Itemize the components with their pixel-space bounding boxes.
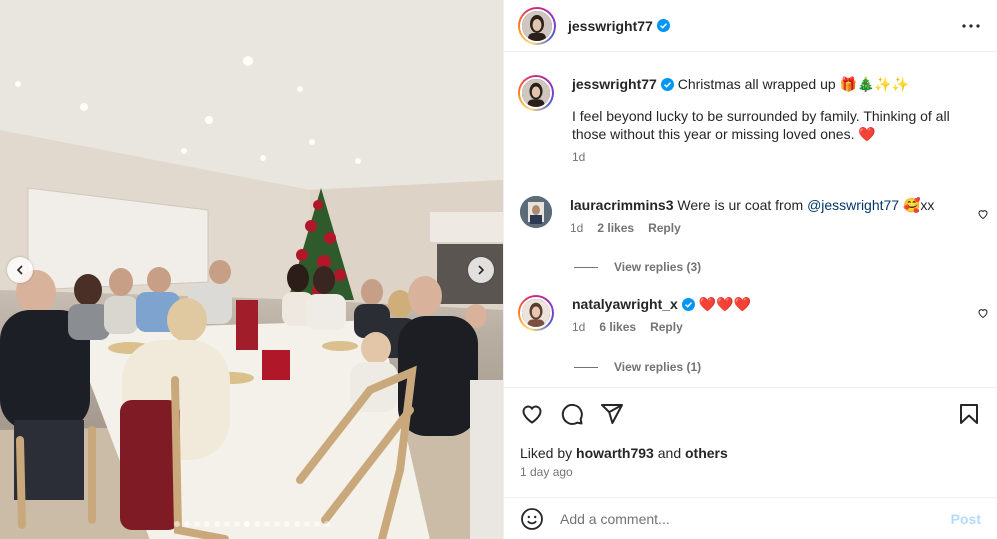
comment-text: Were is ur coat from [677,197,808,213]
post-header: jesswright77 [504,0,997,52]
view-replies-label: View replies (3) [614,260,702,274]
commenter-avatar[interactable] [518,295,554,331]
comment-age[interactable]: 1d [572,318,585,336]
like-button[interactable] [512,394,552,434]
verified-badge-icon [660,78,674,91]
paper-plane-icon [601,404,623,424]
carousel-dot [183,521,190,527]
carousel-dot [233,521,240,527]
carousel-dot [213,521,220,527]
carousel-dot [313,521,320,527]
carousel-dot [303,521,310,527]
carousel-dot [283,521,290,527]
comment-likes[interactable]: 6 likes [599,318,636,336]
share-button[interactable] [592,394,632,434]
caption-avatar[interactable] [518,75,554,111]
comments-section[interactable]: jesswright77 Christmas all wrapped up 🎁🎄… [504,53,997,386]
more-horizontal-icon [962,23,980,28]
liked-by-and: and [653,445,685,461]
commenter-avatar[interactable] [520,196,552,228]
comment-button[interactable] [552,394,592,434]
liked-by-user[interactable]: howarth793 [576,445,654,461]
view-replies-button[interactable]: View replies (3) [574,260,701,274]
bookmark-icon [960,404,978,424]
caption-title: Christmas all wrapped up 🎁🎄✨✨ [677,76,910,92]
heart-icon [522,405,542,424]
verified-badge-icon [681,298,695,311]
comment-like-heart-icon[interactable] [977,208,989,220]
more-options-button[interactable] [959,14,983,38]
previous-photo-button[interactable] [7,257,33,283]
view-replies-label: View replies (1) [614,360,702,374]
comment-text-end: 🥰xx [899,197,935,213]
add-comment-input[interactable] [560,510,951,527]
reply-button[interactable]: Reply [650,318,683,336]
profile-photo [522,79,550,107]
post-comment-button[interactable]: Post [951,511,981,527]
post-actions: Liked by howarth793 and others 1 day ago [504,387,997,479]
caption-text: I feel beyond lucky to be surrounded by … [572,108,950,142]
liked-by-text: Liked by howarth793 and others [520,445,728,461]
comment-bubble-icon [561,403,583,425]
post-details-panel: jesswright77 jesswright77 Christmas all … [503,0,997,539]
carousel-indicator [0,521,503,527]
chevron-right-icon [478,265,485,275]
add-comment-bar: Post [504,497,997,539]
profile-photo [522,299,550,327]
comment-username[interactable]: lauracrimmins3 [570,197,674,213]
family-dinner-photo [0,0,503,539]
carousel-dot [323,521,330,527]
liked-by-prefix: Liked by [520,445,577,461]
emoji-smiley-icon[interactable] [520,507,544,531]
profile-photo [522,10,552,41]
carousel-dot [173,521,180,527]
carousel-dot [193,521,200,527]
reply-button[interactable]: Reply [648,219,681,237]
carousel-dot [243,521,250,527]
post-caption: jesswright77 Christmas all wrapped up 🎁🎄… [518,75,983,166]
instagram-post: jesswright77 jesswright77 Christmas all … [0,0,997,539]
liked-by-others[interactable]: others [685,445,728,461]
carousel-dot [223,521,230,527]
comment-username[interactable]: natalyawright_x [572,296,678,312]
post-timestamp[interactable]: 1 day ago [520,465,573,479]
comment-text: ❤️❤️❤️ [698,296,752,312]
verified-badge-icon [656,19,670,32]
next-photo-button[interactable] [468,257,494,283]
carousel-dot [273,521,280,527]
save-button[interactable] [949,394,989,434]
author-username[interactable]: jesswright77 [568,18,653,34]
carousel-dot [203,521,210,527]
profile-photo [520,196,552,228]
comment-age[interactable]: 1d [570,219,583,237]
carousel-dot [263,521,270,527]
comment-mention-link[interactable]: @jesswright77 [807,197,899,213]
caption-age[interactable]: 1d [572,148,585,166]
chevron-left-icon [16,265,23,275]
comment-item: natalyawright_x ❤️❤️❤️ 1d 6 likes Reply [518,295,983,336]
caption-username[interactable]: jesswright77 [572,76,657,92]
carousel-dot [253,521,260,527]
post-photo[interactable] [0,0,503,539]
comment-item: lauracrimmins3 Were is ur coat from @jes… [518,196,983,237]
carousel-dot [293,521,300,527]
view-replies-button[interactable]: View replies (1) [574,360,701,374]
comment-likes[interactable]: 2 likes [597,219,634,237]
author-avatar[interactable] [518,6,556,45]
comment-like-heart-icon[interactable] [977,307,989,319]
